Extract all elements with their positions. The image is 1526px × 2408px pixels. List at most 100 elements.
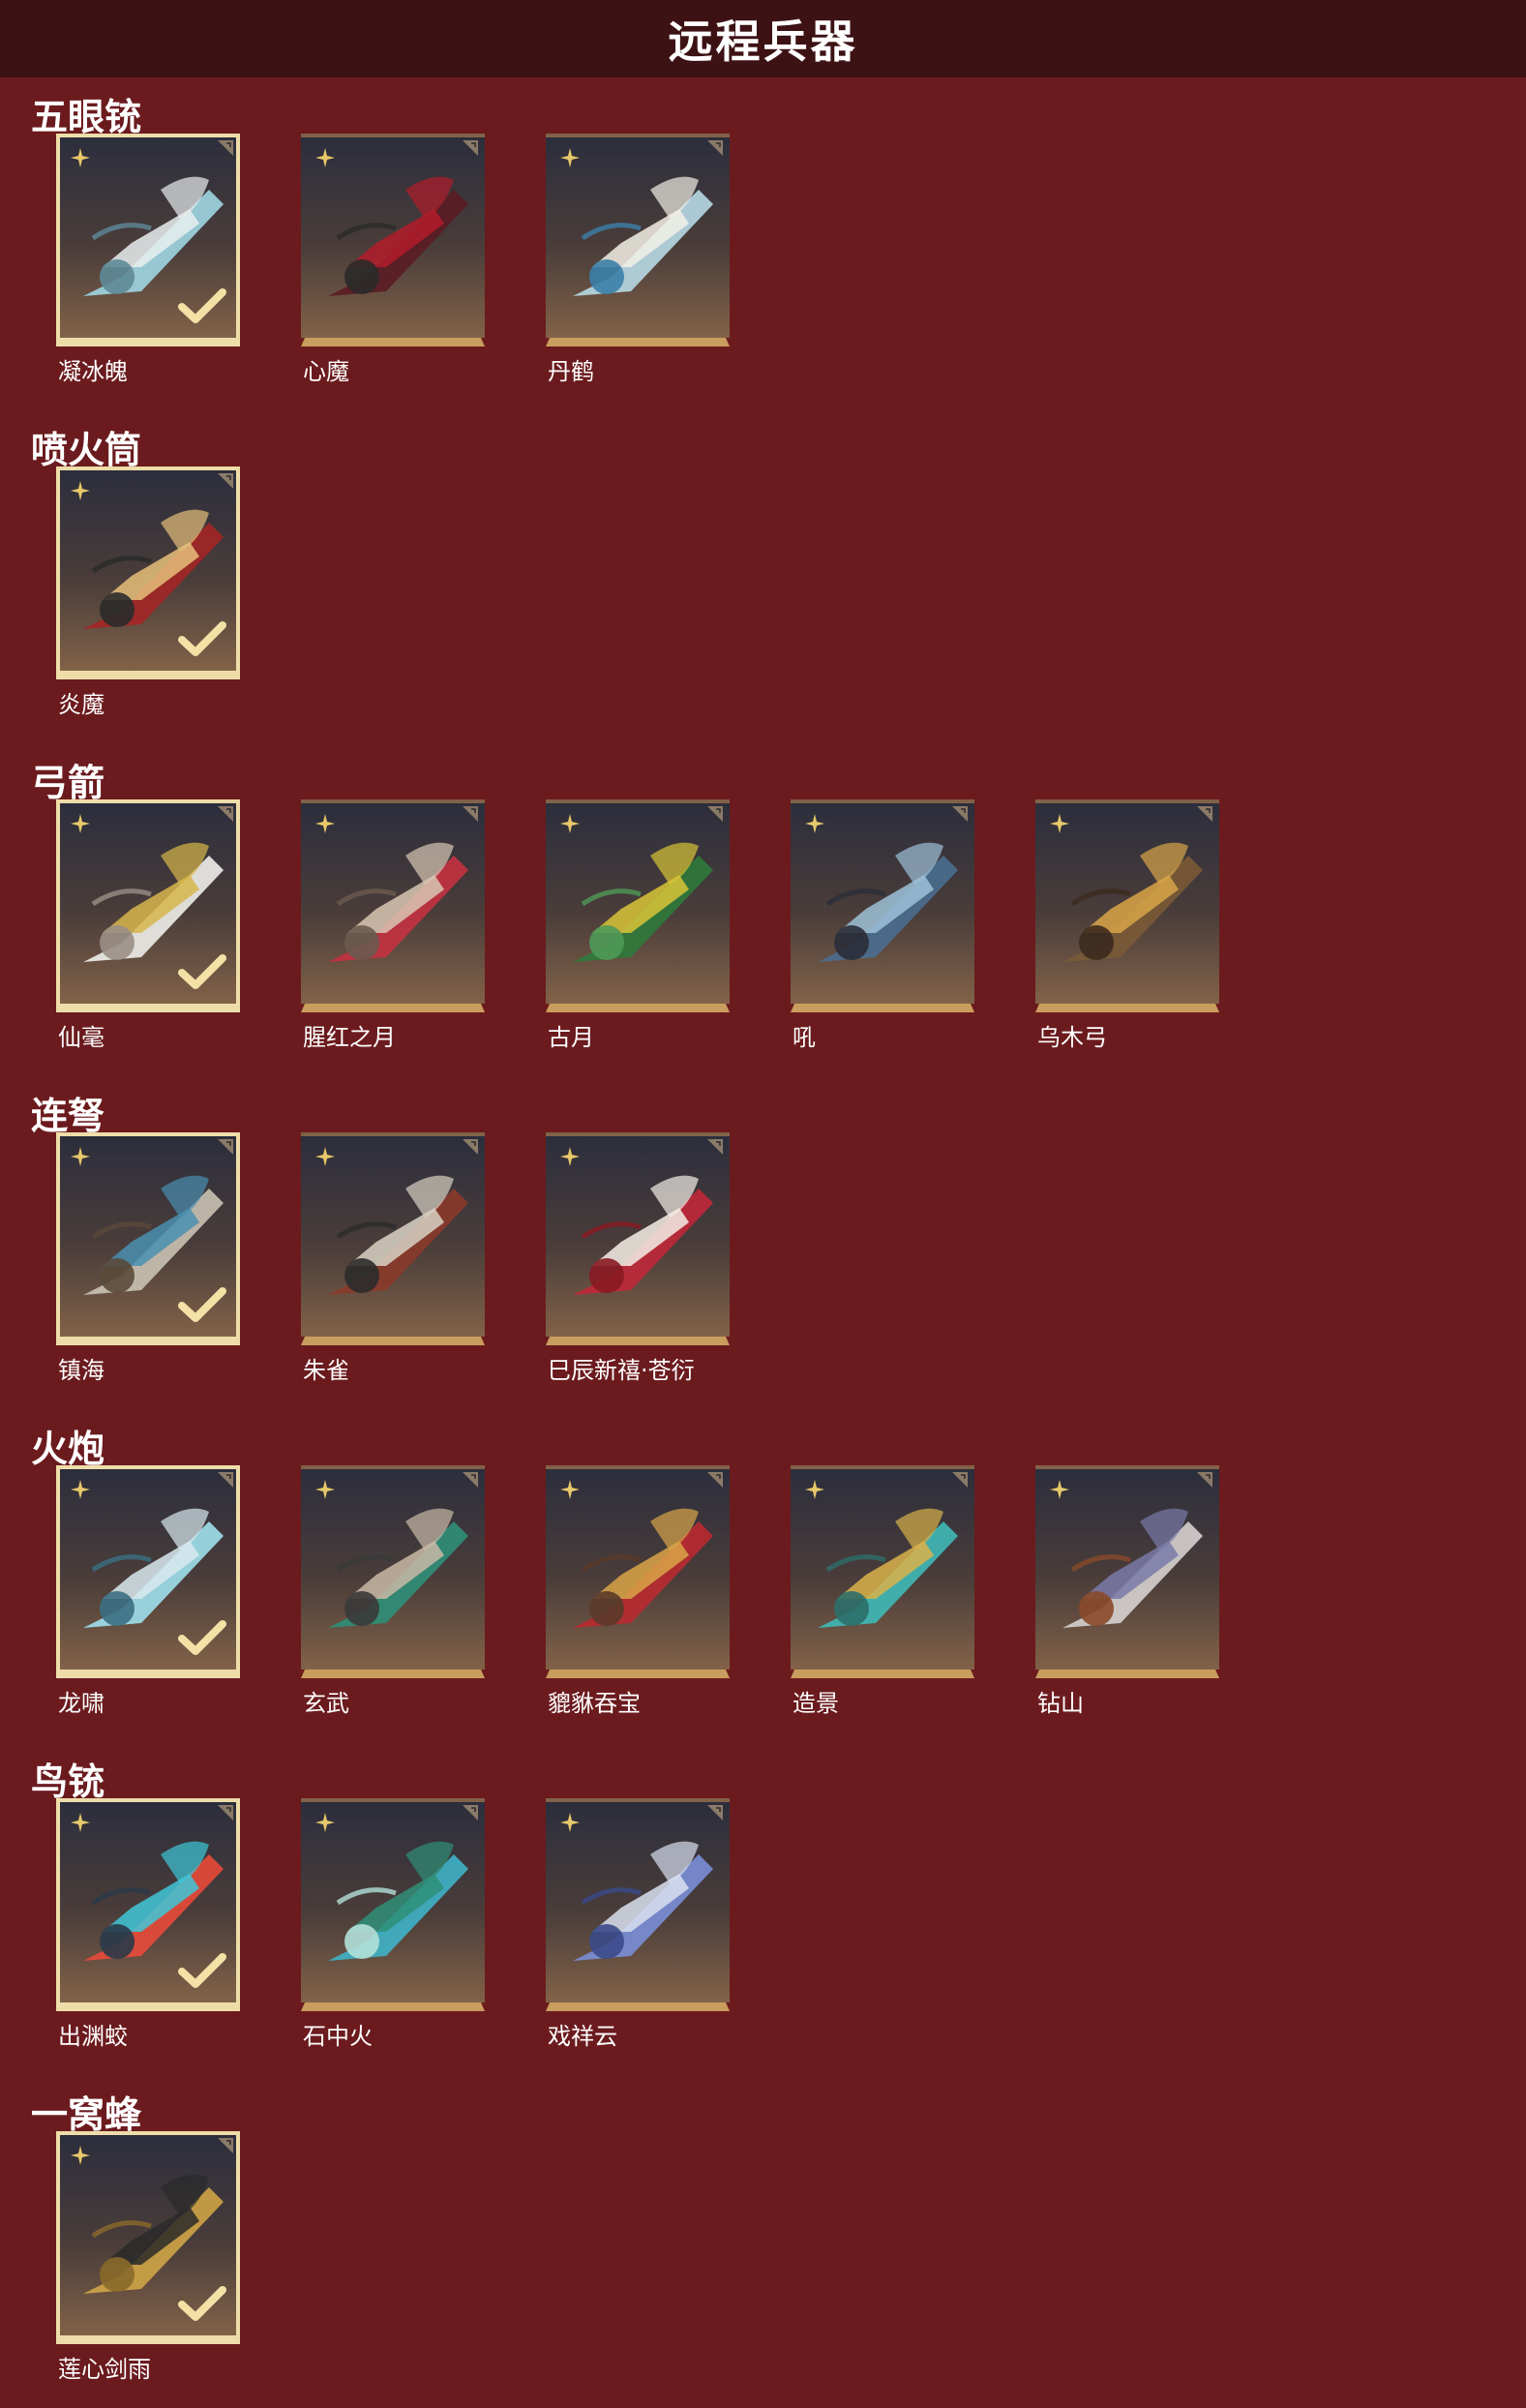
star-icon bbox=[315, 148, 335, 167]
weapon-name-label: 炎魔 bbox=[58, 691, 105, 718]
weapon-card[interactable] bbox=[546, 134, 730, 346]
star-icon bbox=[560, 1147, 580, 1166]
star-icon bbox=[560, 1480, 580, 1499]
weapon-card[interactable] bbox=[301, 1798, 485, 2011]
weapon-name-label: 凝冰魄 bbox=[58, 358, 128, 385]
weapon-card[interactable] bbox=[56, 1465, 240, 1678]
weapon-card[interactable] bbox=[546, 1798, 730, 2011]
corner-tag-icon bbox=[218, 1139, 233, 1155]
weapon-name-label: 心魔 bbox=[303, 358, 349, 385]
weapon-name-label: 石中火 bbox=[303, 2023, 373, 2050]
star-icon bbox=[560, 814, 580, 833]
weapon-name-label: 莲心剑雨 bbox=[58, 2356, 151, 2383]
corner-tag-icon bbox=[707, 140, 723, 156]
corner-tag-icon bbox=[1197, 806, 1212, 822]
crane-cannon-icon bbox=[573, 176, 713, 296]
wood-bow-icon bbox=[1062, 842, 1203, 962]
corner-tag-icon bbox=[218, 1805, 233, 1821]
corner-tag-icon bbox=[463, 140, 478, 156]
star-icon bbox=[315, 814, 335, 833]
blue-bow-icon bbox=[818, 842, 958, 962]
corner-tag-icon bbox=[707, 1139, 723, 1155]
stone-musket-icon bbox=[328, 1841, 468, 1961]
star-icon bbox=[805, 1480, 824, 1499]
check-icon bbox=[178, 1953, 226, 1988]
weapon-card[interactable] bbox=[546, 1465, 730, 1678]
vermilion-crossbow-icon bbox=[328, 1175, 468, 1295]
weapon-card[interactable] bbox=[1035, 1465, 1219, 1678]
weapon-name-label: 貔貅吞宝 bbox=[548, 1690, 641, 1717]
weapon-card[interactable] bbox=[56, 799, 240, 1012]
corner-tag-icon bbox=[218, 140, 233, 156]
star-icon bbox=[71, 2146, 90, 2165]
weapon-card[interactable] bbox=[301, 134, 485, 346]
weapon-card[interactable] bbox=[56, 134, 240, 346]
star-icon bbox=[315, 1813, 335, 1832]
weapon-name-label: 吼 bbox=[793, 1024, 816, 1051]
weapon-card[interactable] bbox=[301, 1132, 485, 1345]
star-icon bbox=[315, 1480, 335, 1499]
star-icon bbox=[71, 814, 90, 833]
check-icon bbox=[178, 1620, 226, 1655]
corner-tag-icon bbox=[952, 806, 968, 822]
corner-tag-icon bbox=[463, 1472, 478, 1488]
star-icon bbox=[71, 1147, 90, 1166]
pixiu-cannon-icon bbox=[573, 1508, 713, 1628]
weapon-card[interactable] bbox=[546, 1132, 730, 1345]
weapon-card[interactable] bbox=[56, 1132, 240, 1345]
weapon-card[interactable] bbox=[301, 799, 485, 1012]
tortoise-cannon-icon bbox=[328, 1508, 468, 1628]
weapon-card[interactable] bbox=[791, 1465, 974, 1678]
weapon-card[interactable] bbox=[56, 1798, 240, 2011]
corner-tag-icon bbox=[707, 1805, 723, 1821]
section-title: 鸟铳 bbox=[31, 1761, 105, 1803]
weapon-name-label: 仙毫 bbox=[58, 1024, 105, 1051]
check-icon bbox=[178, 621, 226, 656]
section-title: 五眼铳 bbox=[31, 96, 142, 138]
check-icon bbox=[178, 2286, 226, 2321]
corner-tag-icon bbox=[707, 1472, 723, 1488]
weapon-name-label: 龙啸 bbox=[58, 1690, 105, 1717]
section-title: 喷火筒 bbox=[31, 429, 142, 471]
weapon-name-label: 戏祥云 bbox=[548, 2023, 617, 2050]
weapon-name-label: 玄武 bbox=[303, 1690, 349, 1717]
green-bow-icon bbox=[573, 842, 713, 962]
star-icon bbox=[71, 1480, 90, 1499]
crimson-bow-icon bbox=[328, 842, 468, 962]
star-icon bbox=[1050, 1480, 1069, 1499]
corner-tag-icon bbox=[218, 1472, 233, 1488]
weapon-card[interactable] bbox=[1035, 799, 1219, 1012]
jade-cannon-icon bbox=[818, 1508, 958, 1628]
star-icon bbox=[315, 1147, 335, 1166]
weapon-name-label: 巳辰新禧·苍衍 bbox=[548, 1357, 695, 1384]
weapon-card[interactable] bbox=[56, 2131, 240, 2344]
weapon-name-label: 钻山 bbox=[1037, 1690, 1084, 1717]
star-icon bbox=[560, 1813, 580, 1832]
section-title: 弓箭 bbox=[31, 762, 105, 804]
star-icon bbox=[560, 148, 580, 167]
weapon-name-label: 腥红之月 bbox=[303, 1024, 396, 1051]
corner-tag-icon bbox=[463, 1805, 478, 1821]
section-title: 火炮 bbox=[31, 1428, 105, 1470]
corner-tag-icon bbox=[463, 806, 478, 822]
demon-cannon-icon bbox=[328, 176, 468, 296]
drill-cannon-icon bbox=[1062, 1508, 1203, 1628]
weapon-name-label: 古月 bbox=[548, 1024, 594, 1051]
section-title: 连弩 bbox=[31, 1095, 105, 1137]
corner-tag-icon bbox=[707, 806, 723, 822]
star-icon bbox=[805, 814, 824, 833]
corner-tag-icon bbox=[952, 1472, 968, 1488]
star-icon bbox=[1050, 814, 1069, 833]
corner-tag-icon bbox=[218, 473, 233, 489]
check-icon bbox=[178, 288, 226, 323]
section-title: 一窝蜂 bbox=[31, 2093, 142, 2136]
check-icon bbox=[178, 1287, 226, 1322]
corner-tag-icon bbox=[463, 1139, 478, 1155]
star-icon bbox=[71, 148, 90, 167]
weapon-card[interactable] bbox=[301, 1465, 485, 1678]
weapon-card[interactable] bbox=[56, 467, 240, 679]
weapon-card[interactable] bbox=[791, 799, 974, 1012]
corner-tag-icon bbox=[218, 2138, 233, 2153]
corner-tag-icon bbox=[218, 806, 233, 822]
weapon-card[interactable] bbox=[546, 799, 730, 1012]
